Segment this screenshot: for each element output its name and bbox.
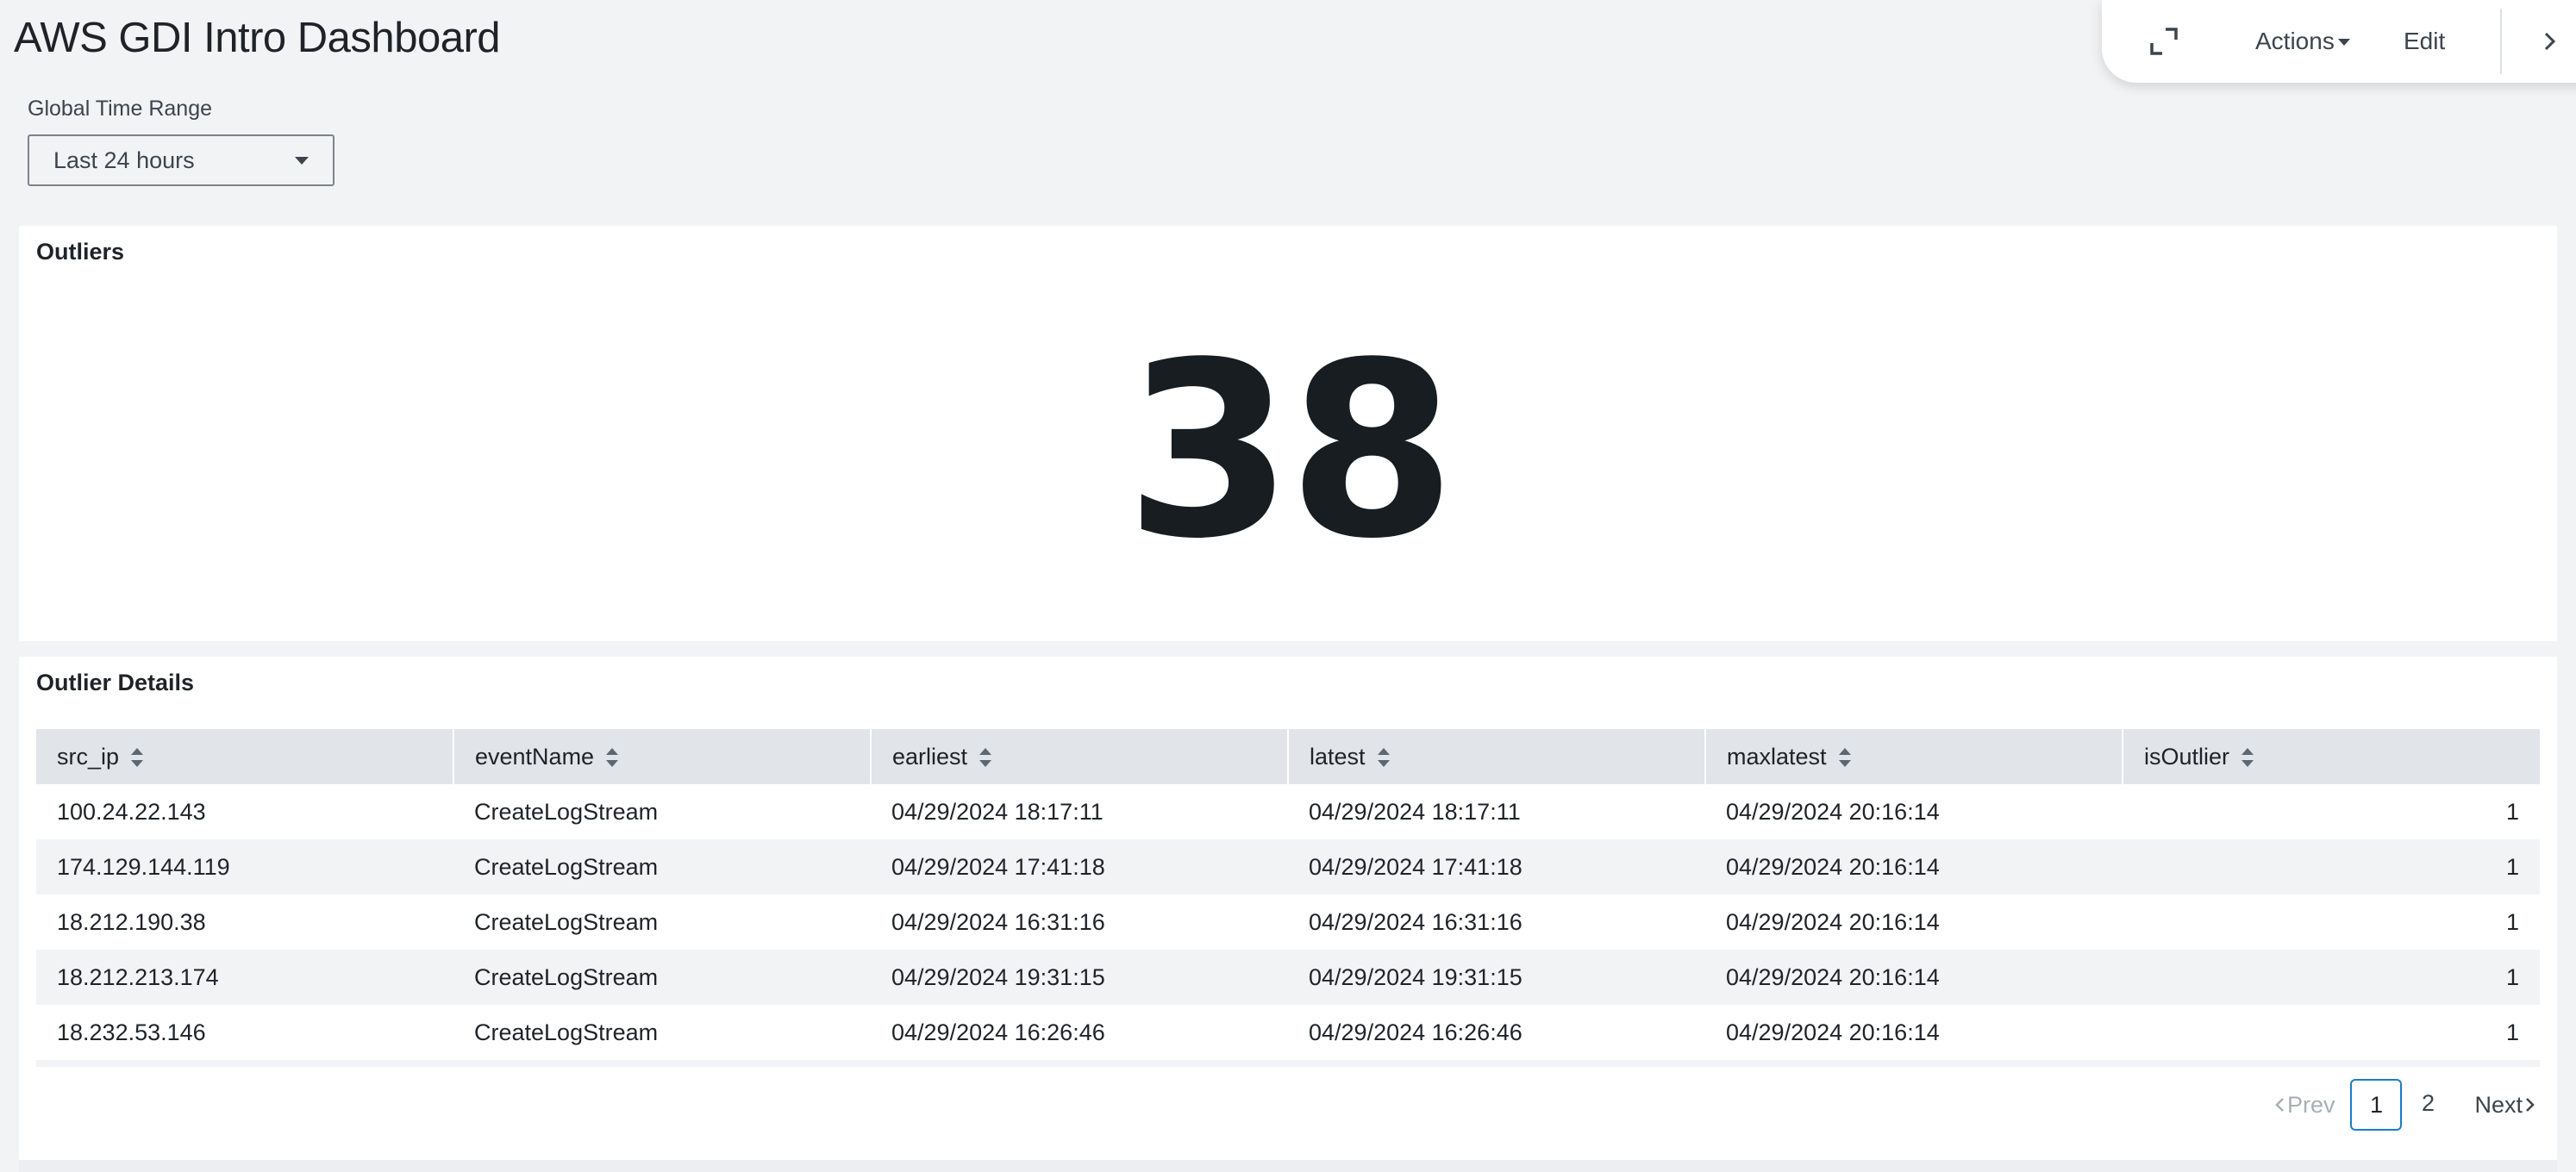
- sort-icon: [2241, 748, 2254, 768]
- cell-src-ip: 100.24.22.143: [36, 784, 453, 839]
- chevron-right-icon[interactable]: [2535, 26, 2566, 57]
- time-range-value: Last 24 hours: [53, 147, 195, 173]
- cell-is-outlier: 1: [2123, 1005, 2540, 1060]
- caret-down-icon: [2337, 39, 2350, 46]
- sort-icon: [1838, 748, 1851, 768]
- cell-event-name: CreateLogStream: [453, 1005, 871, 1060]
- caret-down-icon: [295, 157, 309, 165]
- next-panel-edge: [19, 1160, 2557, 1172]
- cell-maxlatest: 04/29/2024 20:16:14: [1705, 950, 2123, 1005]
- actions-label: Actions: [2255, 28, 2335, 54]
- page-title: AWS GDI Intro Dashboard: [14, 15, 501, 61]
- column-header-latest[interactable]: latest: [1287, 729, 1705, 784]
- cell-latest: 04/29/2024 16:26:46: [1288, 1005, 1705, 1060]
- cell-earliest: 04/29/2024 16:26:46: [871, 1005, 1288, 1060]
- column-header-src-ip[interactable]: src_ip: [36, 729, 453, 784]
- cell-src-ip: 18.212.213.174: [36, 950, 453, 1005]
- page-button-2[interactable]: 2: [2402, 1079, 2454, 1131]
- table-row[interactable]: 100.24.22.143 CreateLogStream 04/29/2024…: [36, 784, 2540, 839]
- outlier-details-panel: Outlier Details src_ip eventName earlies…: [19, 657, 2557, 1160]
- table-header-row: src_ip eventName earliest latest maxlate…: [36, 729, 2540, 784]
- cell-src-ip: 18.232.53.146: [36, 1005, 453, 1060]
- panel-title: Outlier Details: [36, 670, 195, 695]
- cell-latest: 04/29/2024 17:41:18: [1288, 839, 1705, 895]
- time-range-label: Global Time Range: [28, 97, 213, 121]
- table-row[interactable]: 174.129.144.119 CreateLogStream 04/29/20…: [36, 839, 2540, 895]
- edit-button[interactable]: Edit: [2404, 22, 2445, 60]
- cell-event-name: CreateLogStream: [453, 784, 871, 839]
- cell-src-ip: 18.212.190.38: [36, 895, 453, 950]
- table-scroll-edge: [36, 1060, 2540, 1067]
- prev-label: Prev: [2286, 1091, 2335, 1118]
- table-row[interactable]: 18.212.213.174 CreateLogStream 04/29/202…: [36, 950, 2540, 1005]
- cell-is-outlier: 1: [2123, 895, 2540, 950]
- cell-is-outlier: 1: [2123, 839, 2540, 895]
- cell-earliest: 04/29/2024 18:17:11: [871, 784, 1288, 839]
- outliers-count: 38: [1125, 311, 1456, 592]
- cell-latest: 04/29/2024 18:17:11: [1288, 784, 1705, 839]
- cell-event-name: CreateLogStream: [453, 950, 871, 1005]
- time-range-select[interactable]: Last 24 hours: [28, 134, 335, 186]
- chevron-left-icon: [2275, 1098, 2284, 1112]
- next-label: Next: [2474, 1091, 2523, 1118]
- pagination: Prev 1 2 Next: [2273, 1077, 2536, 1132]
- dashboard-toolbar: Actions Edit: [2102, 0, 2576, 83]
- cell-latest: 04/29/2024 16:31:16: [1288, 895, 1705, 950]
- cell-event-name: CreateLogStream: [453, 895, 871, 950]
- outlier-details-table: src_ip eventName earliest latest maxlate…: [36, 729, 2540, 1060]
- cell-src-ip: 174.129.144.119: [36, 839, 453, 895]
- sort-icon: [131, 748, 144, 768]
- panel-title: Outliers: [36, 239, 125, 265]
- next-page-button[interactable]: Next: [2474, 1092, 2536, 1119]
- sort-icon: [606, 748, 619, 768]
- expand-icon[interactable]: [2145, 22, 2183, 60]
- cell-is-outlier: 1: [2123, 784, 2540, 839]
- column-header-maxlatest[interactable]: maxlatest: [1704, 729, 2123, 784]
- column-header-event-name[interactable]: eventName: [453, 729, 871, 784]
- chevron-right-icon: [2526, 1098, 2535, 1112]
- sort-icon: [1377, 748, 1390, 768]
- page-button-1[interactable]: 1: [2350, 1079, 2403, 1131]
- cell-latest: 04/29/2024 19:31:15: [1288, 950, 1705, 1005]
- table-row[interactable]: 18.232.53.146 CreateLogStream 04/29/2024…: [36, 1005, 2540, 1060]
- cell-event-name: CreateLogStream: [453, 839, 871, 895]
- table-row[interactable]: 18.212.190.38 CreateLogStream 04/29/2024…: [36, 895, 2540, 950]
- cell-earliest: 04/29/2024 16:31:16: [871, 895, 1288, 950]
- cell-maxlatest: 04/29/2024 20:16:14: [1705, 1005, 2123, 1060]
- prev-page-button[interactable]: Prev: [2273, 1092, 2335, 1119]
- cell-maxlatest: 04/29/2024 20:16:14: [1705, 784, 2123, 839]
- cell-earliest: 04/29/2024 19:31:15: [871, 950, 1288, 1005]
- outliers-panel: Outliers 38: [19, 226, 2557, 641]
- column-header-earliest[interactable]: earliest: [870, 729, 1288, 784]
- cell-maxlatest: 04/29/2024 20:16:14: [1705, 895, 2123, 950]
- cell-maxlatest: 04/29/2024 20:16:14: [1705, 839, 2123, 895]
- cell-earliest: 04/29/2024 17:41:18: [871, 839, 1288, 895]
- cell-is-outlier: 1: [2123, 950, 2540, 1005]
- column-header-is-outlier[interactable]: isOutlier: [2122, 729, 2540, 784]
- actions-menu-button[interactable]: Actions: [2255, 22, 2350, 60]
- toolbar-divider: [2500, 9, 2502, 74]
- sort-icon: [979, 748, 992, 768]
